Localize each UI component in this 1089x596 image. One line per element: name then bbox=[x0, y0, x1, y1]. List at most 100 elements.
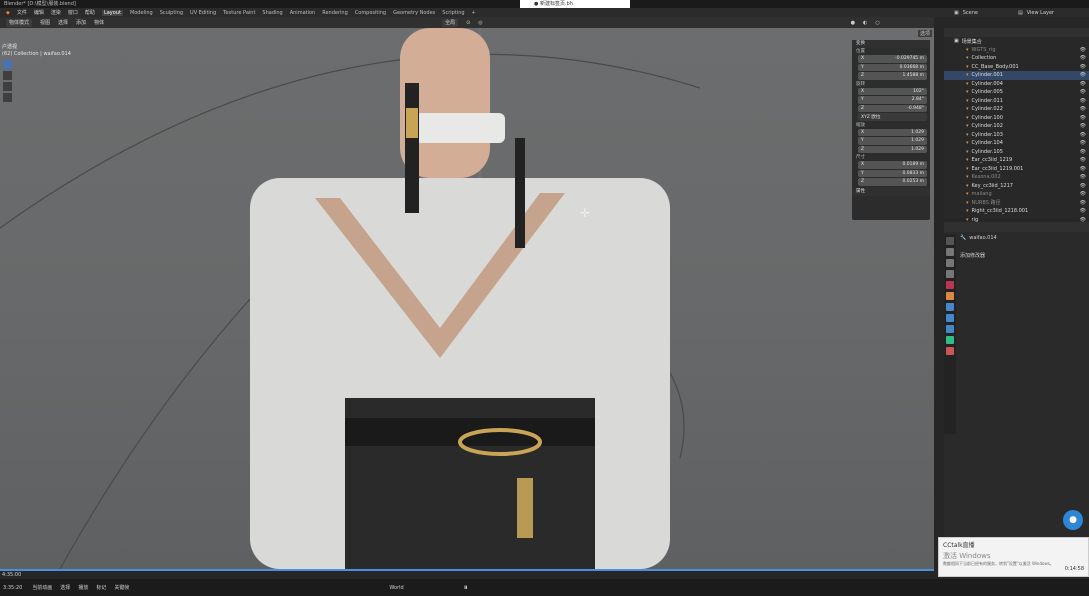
menu-render[interactable]: 渲染 bbox=[51, 9, 61, 16]
outliner-item[interactable]: ▾ Cylinder.105 👁 bbox=[944, 148, 1089, 157]
visibility-eye-icon[interactable]: 👁 bbox=[1080, 149, 1086, 155]
scene-selector[interactable]: Scene bbox=[963, 10, 978, 16]
menu-window[interactable]: 窗口 bbox=[68, 9, 78, 16]
location-y-field[interactable]: Y 0.03668 m bbox=[858, 63, 927, 71]
workspace-tab-uv-editing[interactable]: UV Editing bbox=[190, 10, 216, 16]
menu-select[interactable]: 选择 bbox=[58, 19, 68, 26]
outliner-item[interactable]: ▾ maiiang 👁 bbox=[944, 190, 1089, 199]
rotation-mode-select[interactable]: XYZ 欧拉 bbox=[858, 113, 927, 121]
visibility-eye-icon[interactable]: 👁 bbox=[1080, 166, 1086, 172]
snap-icon[interactable]: ⊙ bbox=[466, 20, 470, 26]
visibility-eye-icon[interactable]: 👁 bbox=[1080, 81, 1086, 87]
add-workspace-button[interactable]: + bbox=[472, 10, 476, 16]
visibility-eye-icon[interactable]: 👁 bbox=[1080, 64, 1086, 70]
dimension-z-field[interactable]: Z 0.0253 m bbox=[858, 178, 927, 186]
options-button[interactable]: 选项 bbox=[918, 30, 933, 37]
scale-y-field[interactable]: Y 1.029 bbox=[858, 137, 927, 145]
workspace-tab-texture-paint[interactable]: Texture Paint bbox=[223, 10, 255, 16]
visibility-eye-icon[interactable]: 👁 bbox=[1080, 47, 1086, 53]
outliner-item[interactable]: ▾ NURBS 路径 👁 bbox=[944, 199, 1089, 208]
visibility-eye-icon[interactable]: 👁 bbox=[1080, 191, 1086, 197]
workspace-tab-modeling[interactable]: Modeling bbox=[130, 10, 153, 16]
workspace-tab-scripting[interactable]: Scripting bbox=[442, 10, 464, 16]
visibility-eye-icon[interactable]: 👁 bbox=[1080, 183, 1086, 189]
rotation-y-field[interactable]: Y 2.84° bbox=[858, 96, 927, 104]
material-tab-icon[interactable] bbox=[946, 347, 954, 355]
add-modifier-button[interactable]: 添加修改器 bbox=[944, 250, 1089, 260]
visibility-eye-icon[interactable]: 👁 bbox=[1080, 98, 1086, 104]
visibility-eye-icon[interactable]: 👁 bbox=[1080, 132, 1086, 138]
3d-viewport[interactable]: 户透视 (62) Collection | waifao.014 ✛ bbox=[0, 28, 934, 569]
menu-view[interactable]: 视图 bbox=[40, 19, 50, 26]
outliner-item[interactable]: ▾ WGTS_rig 👁 bbox=[944, 46, 1089, 55]
modifier-tab-icon[interactable] bbox=[946, 303, 954, 311]
rotate-tool-icon[interactable] bbox=[3, 93, 12, 102]
object-name[interactable]: waifao.014 bbox=[969, 235, 996, 241]
dimension-y-field[interactable]: Y 0.0833 m bbox=[858, 169, 927, 177]
menu-object[interactable]: 物体 bbox=[94, 19, 104, 26]
orientation-selector[interactable]: 全局 bbox=[442, 18, 459, 27]
mode-selector[interactable]: 物体模式 bbox=[6, 18, 33, 27]
proportional-edit-icon[interactable]: ◎ bbox=[478, 20, 482, 26]
object-tab-icon[interactable] bbox=[946, 292, 954, 300]
workspace-tab-geometry-nodes[interactable]: Geometry Nodes bbox=[393, 10, 435, 16]
visibility-eye-icon[interactable]: 👁 bbox=[1080, 140, 1086, 146]
shading-material-icon[interactable]: ◐ bbox=[863, 20, 867, 26]
cursor-tool-icon[interactable] bbox=[3, 71, 12, 80]
workspace-tab-compositing[interactable]: Compositing bbox=[355, 10, 386, 16]
visibility-eye-icon[interactable]: 👁 bbox=[1080, 55, 1086, 61]
visibility-eye-icon[interactable]: 👁 bbox=[1080, 200, 1086, 206]
outliner-item[interactable]: ▾ Right_cc3iid_1218.001 👁 bbox=[944, 207, 1089, 216]
rotation-x-field[interactable]: X 102° bbox=[858, 87, 927, 95]
visibility-eye-icon[interactable]: 👁 bbox=[1080, 89, 1086, 95]
timeline[interactable]: 4:35:00 bbox=[0, 569, 934, 579]
outliner-item[interactable]: ▾ Key_cc3iid_1217 👁 bbox=[944, 182, 1089, 191]
data-tab-icon[interactable] bbox=[946, 336, 954, 344]
visibility-eye-icon[interactable]: 👁 bbox=[1080, 115, 1086, 121]
play-icon[interactable]: ⏸ bbox=[464, 583, 468, 593]
menu-edit[interactable]: 编辑 bbox=[34, 9, 44, 16]
shading-solid-icon[interactable]: ● bbox=[851, 20, 855, 26]
view-layer-tab-icon[interactable] bbox=[946, 270, 954, 278]
outliner-item[interactable]: ▾ Cylinder.100 👁 bbox=[944, 114, 1089, 123]
browser-tab[interactable]: ● 新建标签页.bh bbox=[520, 0, 630, 8]
physics-tab-icon[interactable] bbox=[946, 325, 954, 333]
chat-icon[interactable]: ● bbox=[1063, 510, 1083, 530]
outliner-item[interactable]: ▾ Cylinder.011 👁 bbox=[944, 97, 1089, 106]
menu-file[interactable]: 文件 bbox=[17, 9, 27, 16]
scale-z-field[interactable]: Z 1.029 bbox=[858, 145, 927, 153]
outliner-item[interactable]: ▾ Cylinder.102 👁 bbox=[944, 122, 1089, 131]
workspace-tab-shading[interactable]: Shading bbox=[262, 10, 282, 16]
render-tab-icon[interactable] bbox=[946, 248, 954, 256]
scale-x-field[interactable]: X 1.029 bbox=[858, 128, 927, 136]
outliner-item[interactable]: ▾ Cylinder.104 👁 bbox=[944, 139, 1089, 148]
workspace-tab-sculpting[interactable]: Sculpting bbox=[160, 10, 183, 16]
visibility-eye-icon[interactable]: 👁 bbox=[1080, 208, 1086, 214]
timeline-progress[interactable] bbox=[0, 569, 934, 571]
outliner-item[interactable]: ▾ Ear_cc3iid_1219.001 👁 bbox=[944, 165, 1089, 174]
location-z-field[interactable]: Z 1.4588 m bbox=[858, 72, 927, 80]
blender-logo-icon[interactable]: ◆ bbox=[6, 10, 10, 16]
select-tool-icon[interactable] bbox=[3, 60, 12, 69]
status-item-2[interactable]: 播放 bbox=[78, 584, 88, 591]
transform-header[interactable]: 变换 bbox=[852, 40, 930, 48]
workspace-tab-animation[interactable]: Animation bbox=[290, 10, 316, 16]
outliner-item[interactable]: ▾ Cylinder.005 👁 bbox=[944, 88, 1089, 97]
status-item-1[interactable]: 选择 bbox=[60, 584, 70, 591]
output-tab-icon[interactable] bbox=[946, 259, 954, 267]
outliner-item[interactable]: ▾ Cylinder.001 👁 bbox=[944, 71, 1089, 80]
rotation-z-field[interactable]: Z -0.948° bbox=[858, 104, 927, 112]
world-selector[interactable]: World bbox=[389, 585, 403, 591]
outliner-item[interactable]: ▾ Collection 👁 bbox=[944, 54, 1089, 63]
visibility-eye-icon[interactable]: 👁 bbox=[1080, 157, 1086, 163]
menu-add[interactable]: 添加 bbox=[76, 19, 86, 26]
status-item-3[interactable]: 标记 bbox=[96, 584, 106, 591]
outliner-item[interactable]: ▾ CC_Base_Body.001 👁 bbox=[944, 63, 1089, 72]
outliner-item[interactable]: ▾ Kesona.002 👁 bbox=[944, 173, 1089, 182]
properties-header[interactable]: 属性 bbox=[852, 187, 930, 196]
notification-toast[interactable]: CCtalk直播 激活 Windows 数额相同下当前已经有的服务，转到"设置"… bbox=[938, 537, 1089, 577]
outliner-root[interactable]: ▣ 场景集合 bbox=[944, 37, 1089, 46]
outliner-item[interactable]: ▾ Ear_cc3iid_1219 👁 bbox=[944, 156, 1089, 165]
outliner-item[interactable]: ▾ Cylinder.103 👁 bbox=[944, 131, 1089, 140]
dimension-x-field[interactable]: X 0.0189 m bbox=[858, 161, 927, 169]
